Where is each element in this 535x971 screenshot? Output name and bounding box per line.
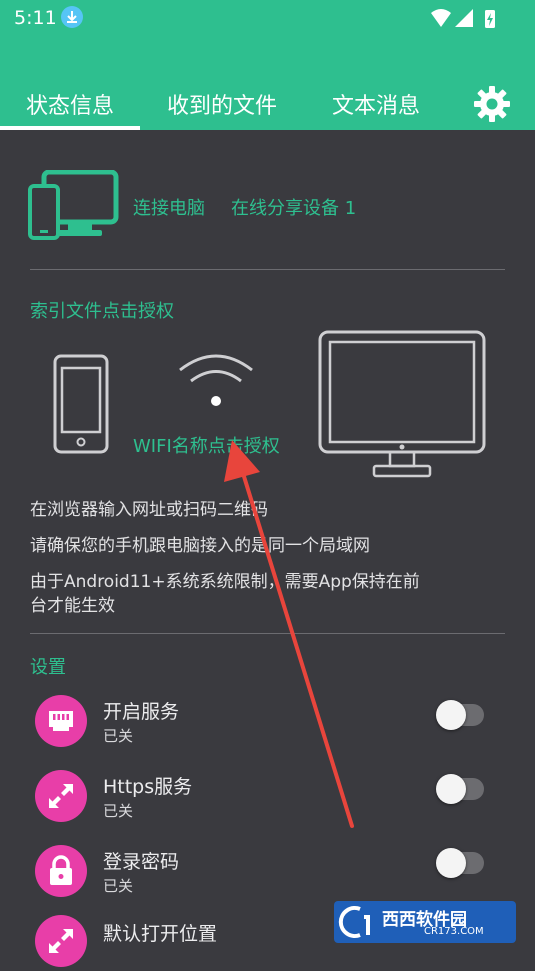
tab-status-info[interactable]: 状态信息	[26, 88, 114, 120]
download-icon	[61, 6, 83, 28]
toggle-thumb	[436, 700, 466, 730]
expand-arrows-icon	[35, 915, 87, 967]
ethernet-icon	[35, 695, 87, 747]
tab-indicator	[0, 126, 140, 130]
watermark-logo: 西西软件园 CR173.COM	[334, 901, 516, 943]
lock-icon	[35, 845, 87, 897]
instruction-line-2: 请确保您的手机跟电脑接入的是同一个局域网	[30, 536, 370, 556]
setting-title[interactable]: 开启服务	[103, 697, 179, 724]
toggle-thumb	[436, 848, 466, 878]
status-icons	[429, 7, 497, 35]
instruction-line-3: 由于Android11+系统系统限制，需要App保持在前	[30, 572, 420, 592]
connect-computer-label[interactable]: 连接电脑	[133, 194, 205, 220]
expand-arrows-icon	[35, 770, 87, 822]
watermark-site: CR173.COM	[424, 926, 484, 937]
toggle-thumb	[436, 774, 466, 804]
index-files-authorize-link[interactable]: 索引文件点击授权	[30, 297, 174, 323]
divider	[30, 269, 505, 270]
wifi-signal-battery-icon	[431, 9, 495, 28]
setting-title[interactable]: 默认打开位置	[103, 919, 217, 946]
gear-icon[interactable]	[472, 84, 512, 124]
devices-icon	[28, 170, 119, 240]
setting-status: 已关	[103, 802, 134, 820]
divider	[30, 633, 505, 634]
instruction-line-1: 在浏览器输入网址或扫码二维码	[30, 500, 268, 520]
tab-text-messages[interactable]: 文本消息	[332, 88, 420, 120]
https-toggle[interactable]	[436, 774, 484, 804]
app-bar: 5:11 状态信息 收到的文件 文本消息	[0, 0, 535, 130]
setting-title[interactable]: Https服务	[103, 772, 192, 799]
wifi-authorize-link[interactable]: WIFI名称点击授权	[133, 432, 280, 458]
setting-status: 已关	[103, 877, 134, 895]
status-time: 5:11	[14, 7, 57, 29]
wifi-icon	[179, 354, 253, 406]
online-devices-label: 在线分享设备 1	[231, 198, 357, 219]
settings-heading: 设置	[30, 657, 66, 678]
monitor-icon	[318, 330, 486, 478]
setting-status: 已关	[103, 727, 134, 745]
setting-title[interactable]: 登录密码	[103, 847, 179, 874]
phone-icon	[53, 354, 109, 454]
tab-received-files[interactable]: 收到的文件	[167, 88, 277, 120]
password-toggle[interactable]	[436, 848, 484, 878]
service-toggle[interactable]	[436, 700, 484, 730]
instruction-line-4: 台才能生效	[30, 596, 115, 616]
